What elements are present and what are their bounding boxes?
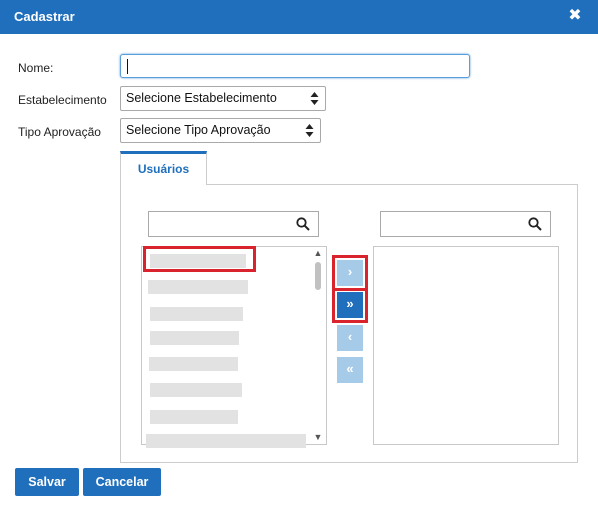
close-icon[interactable]: ✖ — [566, 6, 584, 26]
sort-arrows-icon — [305, 124, 314, 137]
list-item[interactable] — [148, 280, 248, 294]
selected-users-search[interactable] — [380, 211, 551, 237]
list-item[interactable] — [150, 383, 242, 397]
tipo-aprovacao-select[interactable]: Selecione Tipo Aprovação — [120, 118, 321, 143]
scroll-up-icon[interactable]: ▲ — [312, 248, 324, 258]
list-item[interactable] — [146, 434, 306, 448]
chevron-left-icon: ‹ — [347, 329, 353, 344]
text-caret — [127, 59, 128, 74]
tipo-aprovacao-label: Tipo Aprovação — [18, 125, 101, 139]
list-item[interactable] — [149, 357, 238, 371]
remove-all-button[interactable]: « — [337, 357, 363, 383]
search-icon[interactable] — [528, 217, 542, 231]
double-chevron-left-icon: « — [346, 361, 354, 376]
nome-label: Nome: — [18, 61, 54, 75]
sort-arrows-icon — [310, 92, 319, 105]
highlight-frame — [332, 255, 368, 291]
cancel-button[interactable]: Cancelar — [83, 468, 161, 496]
estabelecimento-select-value: Selecione Estabelecimento — [126, 91, 277, 105]
nome-input[interactable] — [120, 54, 470, 78]
estabelecimento-select[interactable]: Selecione Estabelecimento — [120, 86, 326, 111]
dialog-titlebar: Cadastrar ✖ — [0, 0, 598, 34]
save-button[interactable]: Salvar — [15, 468, 79, 496]
highlight-frame — [143, 246, 256, 272]
list-item[interactable] — [150, 331, 239, 345]
tab-usuarios[interactable]: Usuários — [120, 151, 207, 185]
search-icon[interactable] — [296, 217, 310, 231]
scroll-down-icon[interactable]: ▼ — [312, 432, 324, 442]
list-item[interactable] — [150, 410, 238, 424]
estabelecimento-label: Estabelecimento — [18, 93, 107, 107]
scrollbar-thumb[interactable] — [315, 262, 321, 290]
tipo-aprovacao-select-value: Selecione Tipo Aprovação — [126, 123, 271, 137]
remove-selected-button[interactable]: ‹ — [337, 325, 363, 351]
dialog-title: Cadastrar — [14, 9, 75, 24]
list-item[interactable] — [150, 307, 243, 321]
selected-users-list[interactable] — [373, 246, 559, 445]
available-users-search[interactable] — [148, 211, 319, 237]
highlight-frame — [332, 288, 368, 323]
